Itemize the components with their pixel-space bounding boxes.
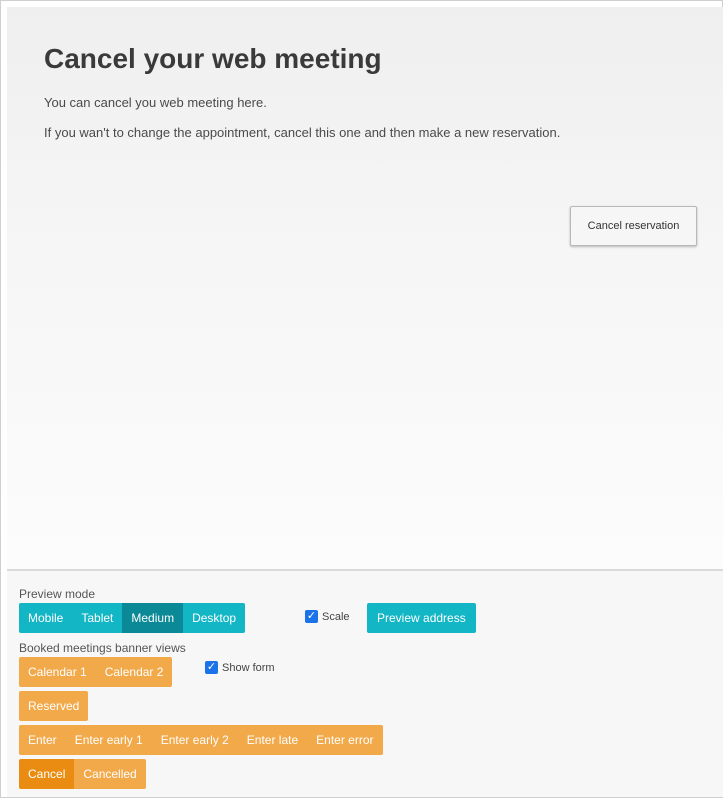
scale-label: Scale	[322, 610, 350, 623]
mode-medium-button[interactable]: Medium	[122, 603, 184, 633]
calendar-2-button[interactable]: Calendar 2	[95, 657, 173, 687]
cancel-view-button[interactable]: Cancel	[19, 759, 75, 789]
banner-views-label: Booked meetings banner views	[19, 641, 186, 655]
enter-error-button[interactable]: Enter error	[307, 725, 383, 755]
show-form-label: Show form	[222, 661, 275, 674]
scale-checkbox-wrap: ✓ Scale	[305, 610, 350, 623]
reserved-button[interactable]: Reserved	[19, 691, 89, 721]
reserved-group: Reserved	[19, 691, 89, 721]
page-frame: Cancel your web meeting You can cancel y…	[0, 0, 723, 798]
preview-mode-label: Preview mode	[19, 587, 96, 601]
calendar-views-group: Calendar 1 Calendar 2	[19, 657, 173, 687]
mode-desktop-button[interactable]: Desktop	[183, 603, 246, 633]
show-form-checkbox[interactable]: ✓	[205, 661, 218, 674]
enter-early-2-button[interactable]: Enter early 2	[151, 725, 238, 755]
intro-text: You can cancel you web meeting here.	[44, 95, 267, 110]
page-title: Cancel your web meeting	[44, 43, 382, 74]
calendar-1-button[interactable]: Calendar 1	[19, 657, 96, 687]
cancel-views-group: Cancel Cancelled	[19, 759, 146, 789]
enter-views-group: Enter Enter early 1 Enter early 2 Enter …	[19, 725, 383, 755]
cancelled-view-button[interactable]: Cancelled	[74, 759, 146, 789]
enter-late-button[interactable]: Enter late	[237, 725, 308, 755]
preview-mode-group: Mobile Tablet Medium Desktop	[19, 603, 246, 633]
enter-early-1-button[interactable]: Enter early 1	[65, 725, 152, 755]
preview-controls: Preview mode Mobile Tablet Medium Deskto…	[7, 571, 723, 797]
cancel-reservation-button[interactable]: Cancel reservation	[570, 206, 697, 246]
mode-tablet-button[interactable]: Tablet	[72, 603, 123, 633]
enter-button[interactable]: Enter	[19, 725, 66, 755]
scale-checkbox[interactable]: ✓	[305, 610, 318, 623]
mode-mobile-button[interactable]: Mobile	[19, 603, 73, 633]
instruction-text: If you wan't to change the appointment, …	[44, 125, 561, 140]
show-form-checkbox-wrap: ✓ Show form	[205, 661, 275, 674]
preview-pane: Cancel your web meeting You can cancel y…	[7, 7, 723, 571]
preview-address-button[interactable]: Preview address	[367, 603, 476, 633]
